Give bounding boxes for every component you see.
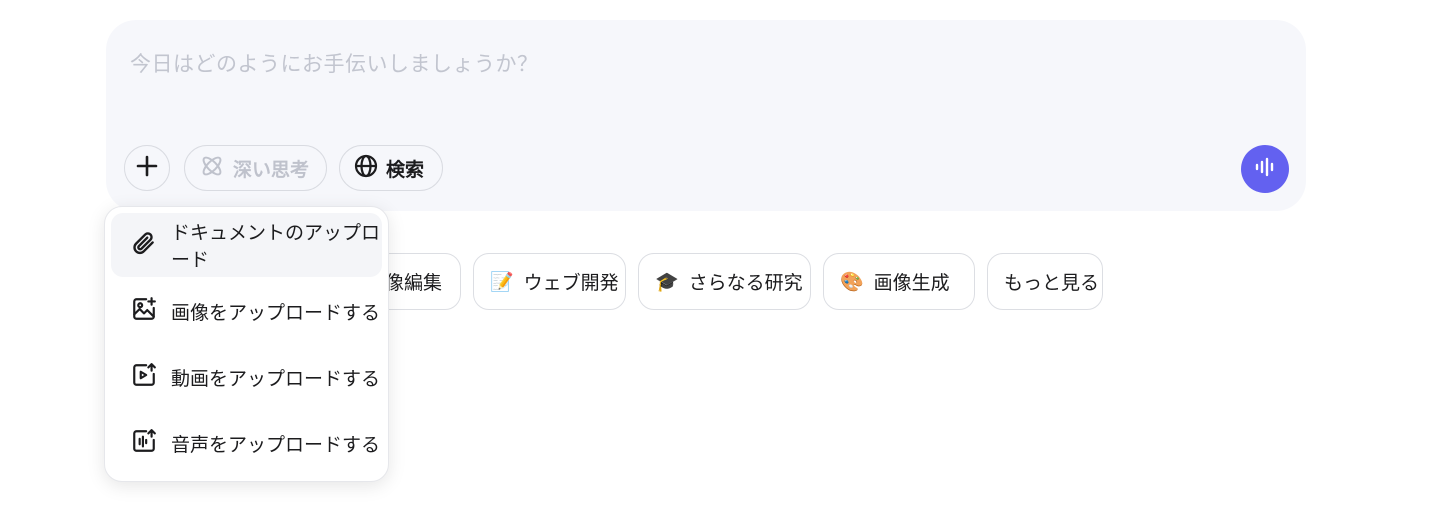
- audio-upload-icon: [131, 428, 157, 459]
- suggestion-chip-research[interactable]: 🎓 さらなる研究: [638, 253, 811, 310]
- suggestion-chip-more[interactable]: もっと見る: [987, 253, 1103, 310]
- palette-icon: 🎨: [840, 271, 864, 293]
- plus-icon: [136, 155, 158, 181]
- voice-button[interactable]: [1241, 145, 1289, 193]
- menu-item-label: 画像をアップロードする: [171, 301, 381, 324]
- search-label: 検索: [386, 158, 425, 181]
- image-upload-icon: [131, 296, 157, 327]
- deep-think-label: 深い思考: [233, 158, 310, 181]
- deep-think-button[interactable]: 深い思考: [184, 145, 327, 191]
- video-upload-icon: [131, 362, 157, 393]
- waveform-icon: [1254, 156, 1276, 182]
- suggestion-label: さらなる研究: [688, 272, 803, 294]
- menu-item-upload-audio[interactable]: 音声をアップロードする: [111, 411, 382, 475]
- suggestion-label: 像編集: [385, 272, 443, 294]
- attach-button[interactable]: [124, 145, 170, 191]
- message-input[interactable]: 今日はどのようにお手伝いしましょうか？: [130, 48, 539, 78]
- atom-icon: [199, 153, 225, 184]
- paperclip-icon: [131, 230, 157, 261]
- chat-composer: 今日はどのようにお手伝いしましょうか？ 深い思考 検索: [106, 20, 1306, 211]
- menu-item-label: 動画をアップロードする: [171, 367, 381, 390]
- menu-item-upload-image[interactable]: 画像をアップロードする: [111, 279, 382, 343]
- menu-item-label: ドキュメントのアップロード: [171, 222, 381, 271]
- suggestion-label: もっと見る: [1004, 272, 1100, 294]
- memo-icon: 📝: [490, 271, 514, 293]
- suggestion-label: ウェブ開発: [523, 272, 619, 294]
- menu-item-label: 音声をアップロードする: [171, 433, 381, 456]
- globe-icon: [354, 154, 378, 183]
- upload-menu: ドキュメントのアップロード 画像をアップロードする 動画をアップロードする 音声…: [104, 206, 389, 482]
- graduation-cap-icon: 🎓: [655, 271, 679, 293]
- menu-item-upload-video[interactable]: 動画をアップロードする: [111, 345, 382, 409]
- suggestion-label: 画像生成: [873, 272, 950, 294]
- page: 今日はどのようにお手伝いしましょうか？ 深い思考 検索 像編集 📝 ウェブ開発 …: [0, 0, 1456, 527]
- menu-item-upload-document[interactable]: ドキュメントのアップロード: [111, 213, 382, 277]
- search-button[interactable]: 検索: [339, 145, 443, 191]
- suggestion-chip-web-dev[interactable]: 📝 ウェブ開発: [473, 253, 626, 310]
- suggestion-chip-image-gen[interactable]: 🎨 画像生成: [823, 253, 975, 310]
